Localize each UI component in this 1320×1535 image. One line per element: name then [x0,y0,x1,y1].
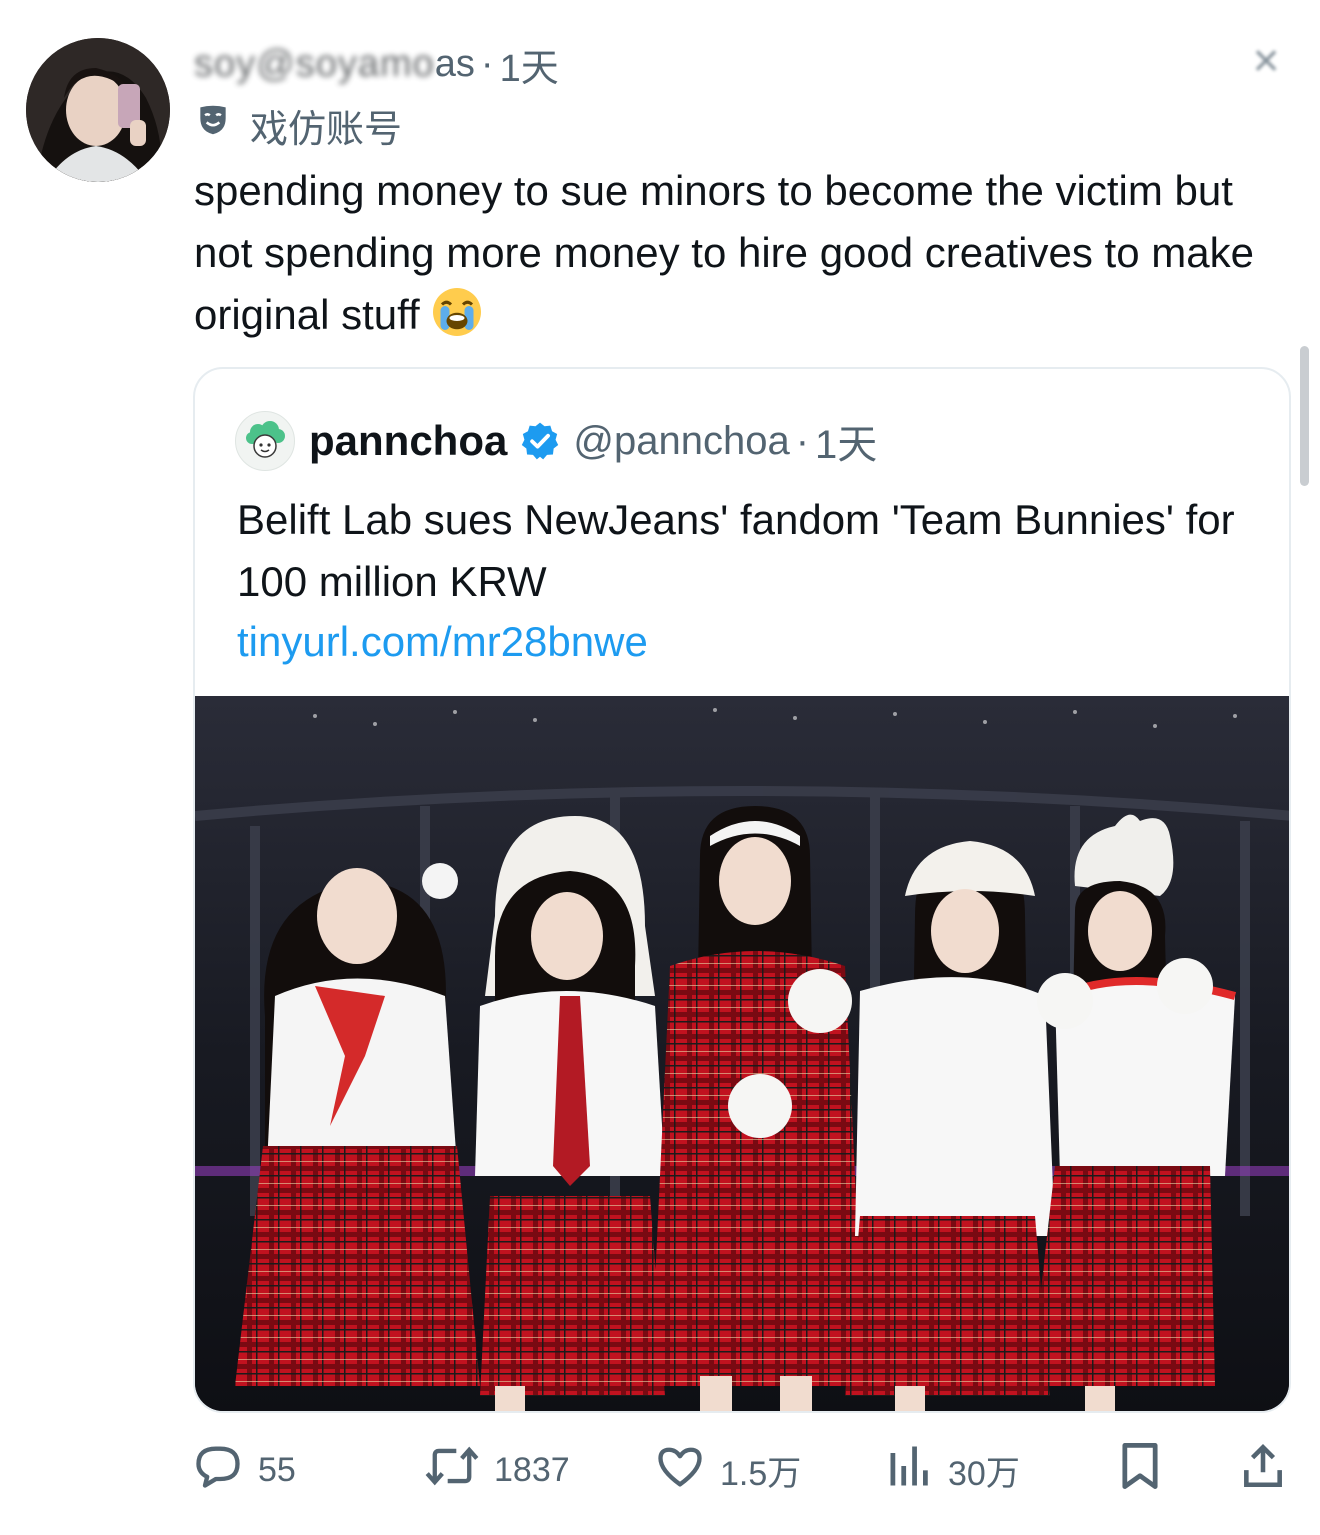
reply-count: 55 [258,1450,296,1489]
heart-icon [654,1440,706,1501]
avatar[interactable] [26,38,170,182]
views-button[interactable]: 30万 [886,1440,1020,1500]
views-count: 30万 [948,1454,1020,1493]
quoted-avatar[interactable] [235,411,295,471]
share-button[interactable] [1238,1440,1288,1500]
handle-tail: as [434,42,475,85]
quoted-timestamp[interactable]: 1天 [815,412,877,470]
mask-icon [194,101,232,149]
account-label: 戏仿账号 [194,100,403,151]
quoted-handle[interactable]: @pannchoa [573,419,789,464]
action-bar: 55 1837 1.5万 30万 [192,1440,1292,1500]
tweet-header: soy @soyamo as · 1天 [194,40,559,90]
display-name[interactable]: soy [194,43,256,86]
close-icon[interactable]: × [1236,30,1296,100]
quoted-link[interactable]: tinyurl.com/mr28bnwe [237,611,648,673]
analytics-icon [886,1440,934,1501]
like-count: 1.5万 [720,1454,802,1493]
verified-badge-icon [519,420,561,462]
quoted-text: Belift Lab sues NewJeans' fandom 'Team B… [237,496,1235,605]
tweet-text: spending money to sue minors to become t… [194,160,1274,356]
tweet-body: spending money to sue minors to become t… [194,167,1254,338]
quoted-photo[interactable] [195,696,1289,1411]
repost-icon [424,1440,480,1501]
reply-button[interactable]: 55 [192,1440,296,1500]
repost-button[interactable]: 1837 [424,1440,570,1500]
bookmark-icon [1116,1440,1164,1501]
quoted-tweet[interactable]: pannchoa @pannchoa · 1天 Belift Lab sues … [193,367,1291,1413]
bookmark-button[interactable] [1116,1440,1164,1500]
scrollbar[interactable] [1300,346,1309,486]
timestamp[interactable]: 1天 [500,37,559,92]
handle[interactable]: @soyamo [256,43,435,86]
dot-separator: · [795,418,810,463]
like-button[interactable]: 1.5万 [654,1440,801,1500]
quoted-header: pannchoa @pannchoa · 1天 [235,409,877,473]
loudly-crying-face-icon [430,285,484,356]
repost-count: 1837 [494,1450,570,1489]
share-icon [1238,1440,1288,1501]
quoted-display-name[interactable]: pannchoa [309,417,507,465]
account-label-text: 戏仿账号 [250,108,403,151]
reply-icon [192,1440,244,1501]
dot-separator: · [480,42,494,85]
